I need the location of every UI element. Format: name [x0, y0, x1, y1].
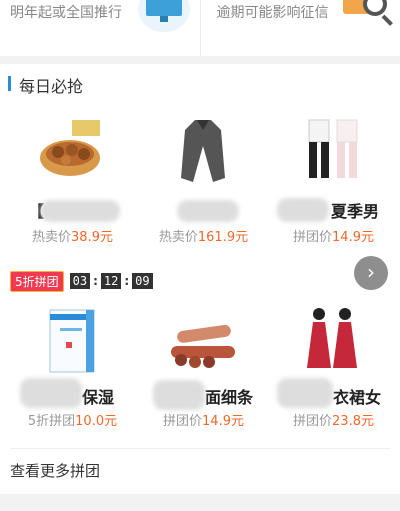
blur-mask [40, 200, 120, 222]
top-news-cards: 明年起或全国推行 逾期可能影响征信 [0, 0, 400, 56]
gray-coat-image [181, 120, 225, 182]
bottom-spacer [0, 494, 400, 511]
magnifier-icon [342, 0, 395, 30]
section-header: 每日必抢 [0, 64, 400, 102]
news-card-right[interactable]: 逾期可能影响征信 [199, 0, 400, 56]
deals-panel: 每日必抢 【 热卖价38.9元 热卖价161.9元 夏季男 拼团价14.9元 5… [0, 64, 400, 494]
nut-snack-image [40, 120, 100, 176]
news-card-left[interactable]: 明年起或全国推行 [0, 0, 200, 56]
chevron-right-icon[interactable]: › [354, 256, 388, 290]
group-buy-countdown: 5折拼团 03 : 12 : 09 [10, 270, 153, 292]
deal-item-price: 5折拼团10.0元 [27, 414, 118, 429]
deal-item-name: 夏季男 [331, 202, 380, 221]
news-card-left-text: 明年起或全国推行 [10, 5, 122, 21]
skincare-box-image [49, 309, 95, 373]
deal-item-price: 拼团价23.8元 [293, 414, 374, 429]
deal-item[interactable]: 夏季男 拼团价14.9元 [267, 114, 400, 264]
view-more-group-buy-link[interactable]: 查看更多拼团 [10, 460, 100, 481]
news-card-right-text: 逾期可能影响征信 [216, 5, 329, 21]
blur-mask [277, 378, 333, 408]
deal-item[interactable]: 【 热卖价38.9元 [6, 114, 139, 264]
sausage-snack-image [171, 324, 235, 368]
deal-item-price: 拼团价14.9元 [163, 414, 244, 429]
couple-outfit-image [308, 119, 358, 178]
group-buy-badge: 5折拼团 [10, 270, 64, 292]
countdown-hours: 03 [69, 273, 91, 289]
blur-mask [153, 380, 205, 410]
countdown-minutes: 12 [100, 273, 122, 289]
blur-mask [277, 198, 329, 222]
section-title: 每日必抢 [19, 77, 84, 96]
blur-mask [177, 200, 239, 222]
deal-item[interactable]: 热卖价161.9元 [137, 114, 270, 264]
deal-item[interactable]: 面细条 拼团价14.9元 [137, 292, 270, 462]
deal-item[interactable]: 衣裙女 拼团价23.8元 [267, 292, 400, 462]
deal-item-price: 拼团价14.9元 [293, 230, 374, 245]
deal-item[interactable]: 保湿 5折拼团10.0元 [6, 292, 139, 462]
countdown-seconds: 09 [132, 273, 153, 289]
red-dress-image [307, 308, 357, 368]
deal-item-price: 热卖价161.9元 [158, 230, 249, 245]
group-buy-row: 保湿 5折拼团10.0元 面细条 拼团价14.9元 衣裙女 拼团价23.8元 [0, 292, 400, 462]
daily-deals-row: 【 热卖价38.9元 热卖价161.9元 夏季男 拼团价14.9元 [0, 114, 400, 264]
blur-mask [20, 378, 82, 408]
monitor-icon [138, 0, 190, 32]
deal-item-price: 热卖价38.9元 [32, 230, 113, 245]
divider [10, 448, 390, 449]
section-accent-bar [8, 76, 11, 91]
deal-item-name: 衣裙女 [333, 388, 382, 407]
